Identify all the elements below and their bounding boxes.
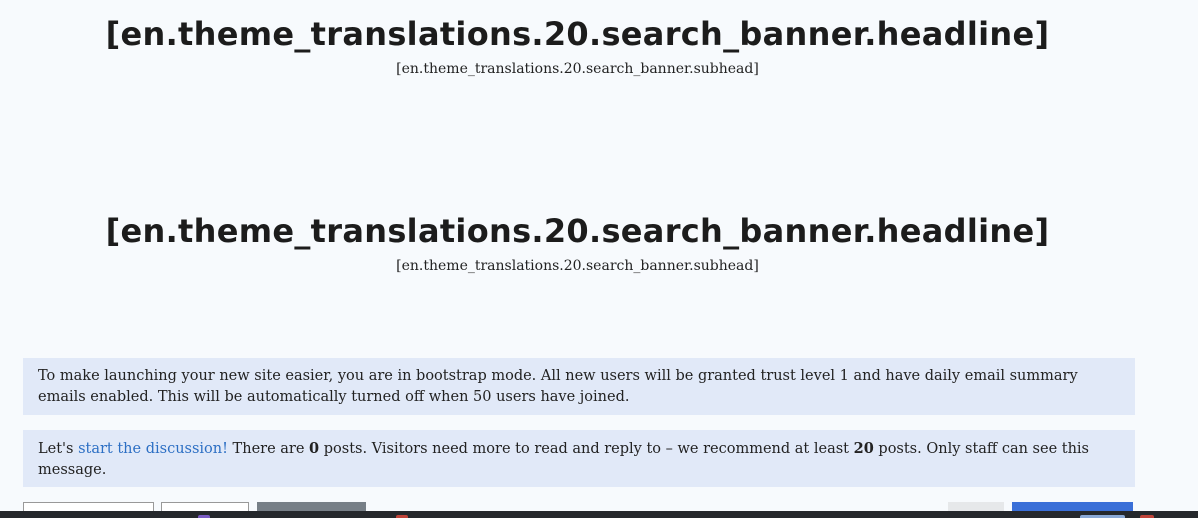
banner-headline: [en.theme_translations.20.search_banner.… <box>105 212 1050 250</box>
recommended-posts-count: 20 <box>853 440 874 457</box>
banner-headline: [en.theme_translations.20.search_banner.… <box>105 15 1050 53</box>
start-discussion-link[interactable]: start the discussion! <box>78 441 228 457</box>
banner-subhead: [en.theme_translations.20.search_banner.… <box>396 61 759 77</box>
notice-text: posts. Visitors need more to read and re… <box>319 441 854 457</box>
notice-prefix: Let's <box>38 441 79 457</box>
taskbar <box>0 511 1198 518</box>
notice-text: There are <box>227 441 310 457</box>
bootstrap-notice-text: To make launching your new site easier, … <box>38 368 1078 405</box>
bootstrap-mode-notice: To make launching your new site easier, … <box>23 358 1135 415</box>
banner-subhead: [en.theme_translations.20.search_banner.… <box>396 258 759 274</box>
search-banner: [en.theme_translations.20.search_banner.… <box>0 211 1155 275</box>
posts-count: 0 <box>309 440 320 457</box>
search-banner: [en.theme_translations.20.search_banner.… <box>0 14 1155 78</box>
start-discussion-notice: Let's start the discussion! There are 0 … <box>23 430 1135 487</box>
